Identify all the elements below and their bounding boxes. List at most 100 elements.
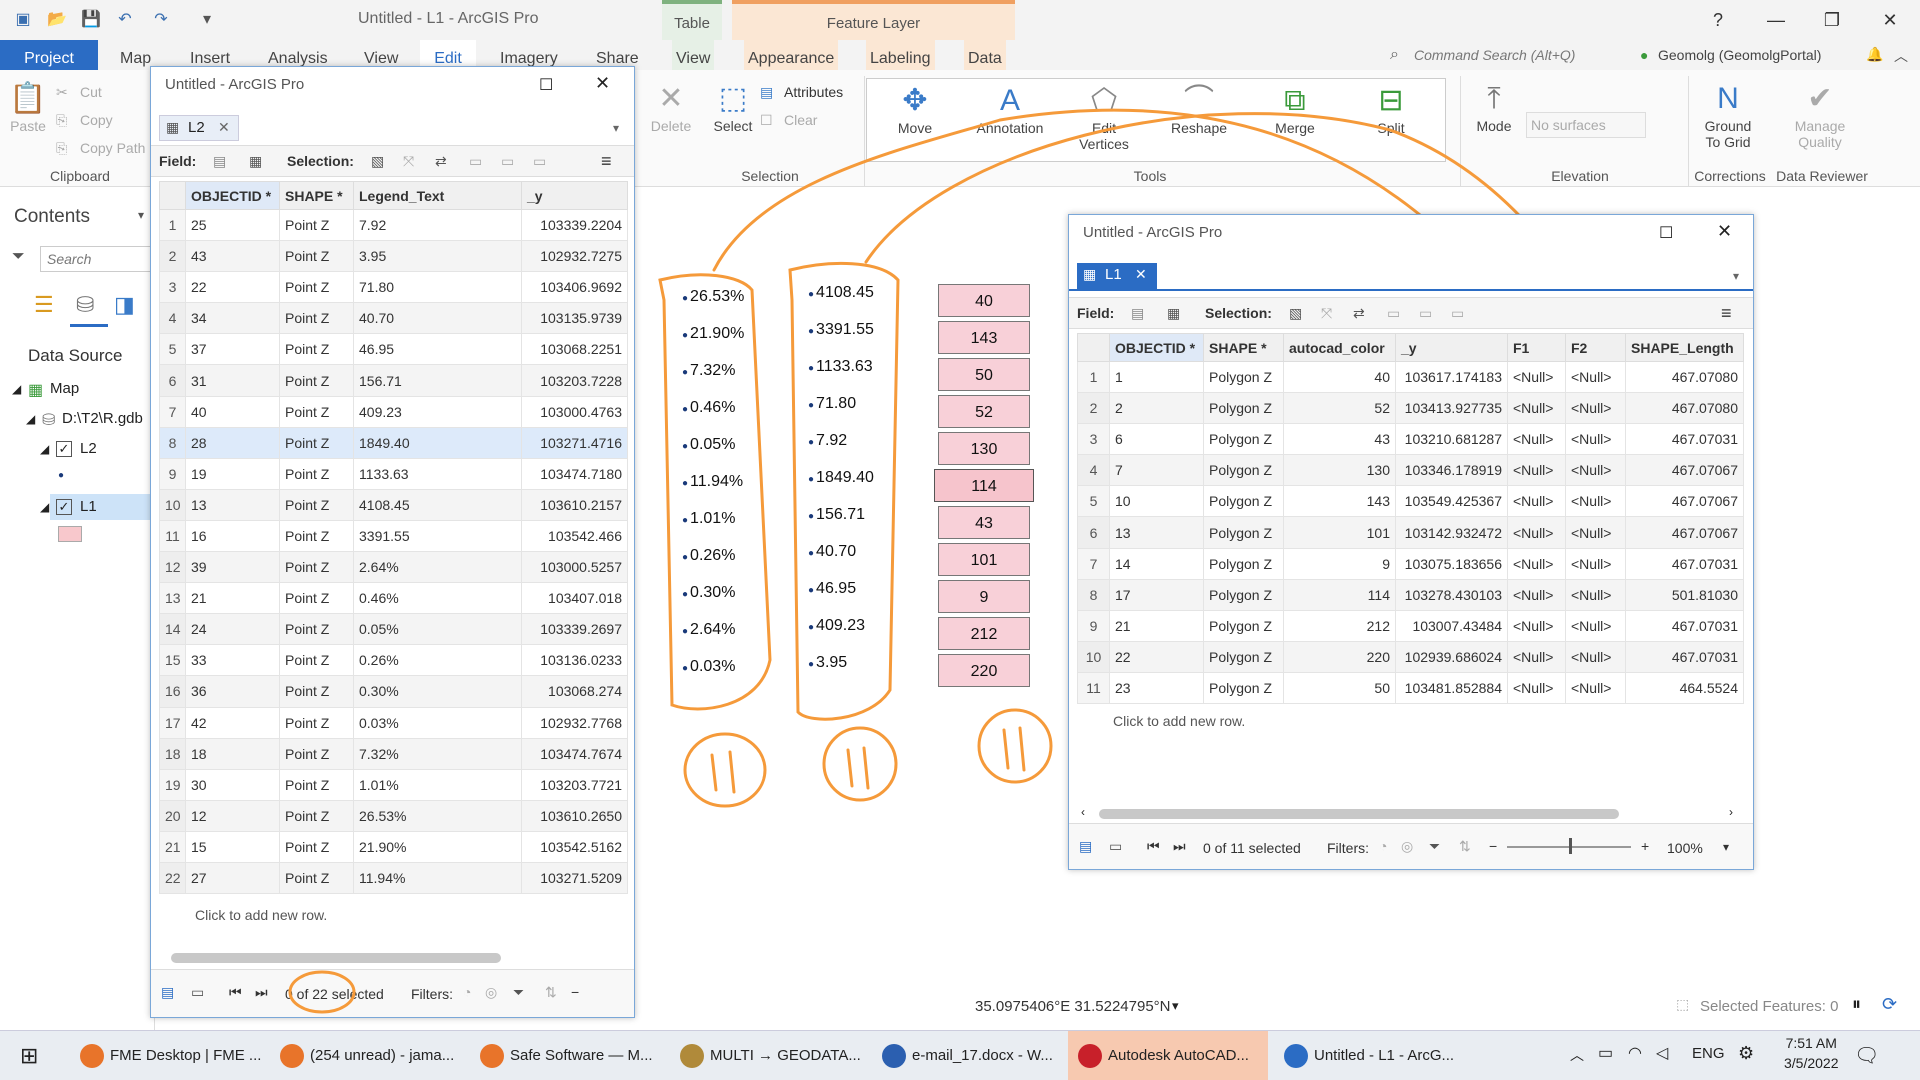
add-row-prompt[interactable]: Click to add new row.: [1113, 713, 1245, 729]
settings-icon[interactable]: ⚙: [1738, 1043, 1754, 1064]
add-field-icon[interactable]: ▤: [1131, 298, 1144, 328]
show-selected-records-icon[interactable]: ▭: [1109, 838, 1122, 855]
delete-selected-icon[interactable]: ▭: [1419, 298, 1432, 328]
extent-filter-icon[interactable]: ◔: [1379, 838, 1387, 854]
taskbar-item[interactable]: Untitled - L1 - ArcG...: [1274, 1031, 1474, 1080]
table-cell: 6: [1109, 423, 1204, 456]
table-row[interactable]: 9 21 Polygon Z 212 103007.43484 <Null> <Null> 4…: [1077, 609, 1744, 642]
close-tab-icon[interactable]: ✕: [1135, 266, 1147, 283]
sort-icon[interactable]: ⇅: [1459, 838, 1471, 855]
close-window-button[interactable]: ✕: [1717, 221, 1732, 242]
table-row[interactable]: 6 13 Polygon Z 101 103142.932472 <Null> <Null>…: [1077, 516, 1744, 549]
window-title: Untitled - ArcGIS Pro: [1069, 215, 1753, 251]
column-header[interactable]: SHAPE *: [1203, 333, 1284, 362]
windows-start-icon[interactable]: ⊞: [20, 1043, 38, 1069]
clear-selection-icon[interactable]: ▭: [1387, 298, 1400, 328]
column-header[interactable]: F1: [1507, 333, 1566, 362]
input-language[interactable]: ENG: [1692, 1045, 1725, 1062]
horizontal-scrollbar[interactable]: [1099, 809, 1619, 819]
zoom-to-selection-icon[interactable]: ⤧: [1321, 298, 1332, 328]
table-row[interactable]: 5 10 Polygon Z 143 103549.425367 <Null> <Null>…: [1077, 485, 1744, 518]
maximize-window-button[interactable]: ☐: [1659, 223, 1673, 243]
attribute-table-l1[interactable]: OBJECTID * SHAPE * autocad_color _y F1 F2 SHAP…: [1077, 333, 1744, 705]
first-record-icon[interactable]: ⏮: [1147, 838, 1160, 855]
tab-list-icon[interactable]: ▾: [1733, 269, 1739, 283]
row-number[interactable]: 7: [1077, 547, 1110, 580]
table-row[interactable]: 3 6 Polygon Z 43 103210.681287 <Null> <Null> 46…: [1077, 423, 1744, 456]
table-row[interactable]: 7 14 Polygon Z 9 103075.183656 <Null> <Null> 46…: [1077, 547, 1744, 580]
row-number[interactable]: 8: [1077, 578, 1110, 611]
show-hidden-icons-icon[interactable]: ︿: [1570, 1045, 1584, 1065]
row-number[interactable]: 9: [1077, 609, 1110, 642]
taskbar-item[interactable]: Autodesk AutoCAD...: [1068, 1031, 1268, 1080]
annotation-percent: ● 21.90%: [682, 325, 744, 343]
table-row[interactable]: 4 7 Polygon Z 130 103346.178919 <Null> <Null> 4…: [1077, 454, 1744, 487]
annotation-percent: ● 26.53%: [682, 288, 744, 306]
row-number[interactable]: 4: [1077, 454, 1110, 487]
zoom-slider-thumb[interactable]: [1569, 838, 1572, 854]
table-row[interactable]: 11 23 Polygon Z 50 103481.852884 <Null> <Null>…: [1077, 671, 1744, 705]
annotation-value-text: 3.95: [816, 654, 848, 671]
table-cell: <Null>: [1565, 671, 1626, 705]
copy-selected-icon[interactable]: ▭: [1451, 298, 1464, 328]
table-cell: 17: [1109, 578, 1204, 611]
annotation-value: ● 7.92: [808, 432, 847, 450]
refresh-icon[interactable]: ⟳: [1882, 994, 1897, 1015]
table-cell: Polygon Z: [1203, 423, 1284, 456]
calculate-field-icon[interactable]: ▦: [1167, 298, 1180, 328]
volume-icon[interactable]: ◁: [1656, 1043, 1668, 1063]
row-number[interactable]: 11: [1077, 671, 1110, 705]
zoom-out-icon[interactable]: −: [1489, 838, 1497, 854]
annotation-value: ● 409.23: [808, 617, 865, 635]
table-status-bar: ▤ ▭ ⏮ ⏭ 0 of 11 selected Filters: ◔ ◎ ⏷ …: [1069, 823, 1753, 869]
wifi-icon[interactable]: ◠: [1628, 1043, 1642, 1063]
taskbar-item[interactable]: FME Desktop | FME ...: [70, 1031, 266, 1080]
taskbar-item[interactable]: e-mail_17.docx - W...: [872, 1031, 1064, 1080]
point-dot-icon: ●: [682, 441, 689, 452]
taskbar-clock[interactable]: 7:51 AM 3/5/2022: [1784, 1033, 1839, 1073]
table-row[interactable]: 10 22 Polygon Z 220 102939.686024 <Null> <Null…: [1077, 640, 1744, 673]
show-all-records-icon[interactable]: ▤: [1079, 838, 1092, 855]
row-number[interactable]: 3: [1077, 423, 1110, 456]
zoom-in-icon[interactable]: +: [1641, 838, 1649, 854]
row-number[interactable]: 1: [1077, 360, 1110, 394]
pause-drawing-icon[interactable]: ⏸: [1852, 994, 1861, 1015]
column-header[interactable]: F2: [1565, 333, 1626, 362]
scroll-right-icon[interactable]: ›: [1729, 805, 1733, 819]
table-menu-icon[interactable]: ≡: [1721, 298, 1732, 328]
table-row[interactable]: 2 2 Polygon Z 52 103413.927735 <Null> <Null> 46…: [1077, 392, 1744, 425]
column-header[interactable]: SHAPE_Length: [1625, 333, 1744, 362]
row-number[interactable]: 5: [1077, 485, 1110, 518]
definition-filter-icon[interactable]: ⏷: [1429, 838, 1440, 855]
point-dot-icon: ●: [808, 326, 815, 337]
annotation-value: ● 4108.45: [808, 284, 874, 302]
table-cell: Polygon Z: [1203, 671, 1284, 705]
table-cell: <Null>: [1565, 454, 1626, 487]
table-tab-l1[interactable]: ▦ L1 ✕: [1077, 263, 1157, 289]
point-dot-icon: ●: [808, 511, 815, 522]
row-number[interactable]: 2: [1077, 392, 1110, 425]
select-by-attributes-icon[interactable]: ▧: [1289, 298, 1302, 328]
row-number[interactable]: 6: [1077, 516, 1110, 549]
taskbar-item[interactable]: Safe Software — M...: [470, 1031, 666, 1080]
time-filter-icon[interactable]: ◎: [1401, 838, 1413, 855]
switch-selection-icon[interactable]: ⇄: [1353, 298, 1365, 328]
zoom-level[interactable]: 100%: [1667, 840, 1703, 856]
taskbar-item[interactable]: (254 unread) - jama...: [270, 1031, 466, 1080]
table-row[interactable]: 1 1 Polygon Z 40 103617.174183 <Null> <Null> 46…: [1077, 360, 1744, 394]
column-header[interactable]: _y: [1395, 333, 1508, 362]
table-cell: 467.07080: [1625, 392, 1744, 425]
annotation-percent-text: 0.03%: [690, 658, 736, 675]
last-record-icon[interactable]: ⏭: [1173, 838, 1186, 855]
taskbar-item[interactable]: MULTI → GEODATA...: [670, 1031, 866, 1080]
battery-icon[interactable]: ▭: [1598, 1043, 1613, 1063]
zoom-dropdown-icon[interactable]: ▾: [1723, 840, 1729, 854]
table-cell: 50: [1283, 671, 1396, 705]
table-row[interactable]: 8 17 Polygon Z 114 103278.430103 <Null> <Null>…: [1077, 578, 1744, 611]
scroll-left-icon[interactable]: ‹: [1081, 805, 1085, 819]
column-header[interactable]: OBJECTID *: [1109, 333, 1204, 362]
row-number[interactable]: 10: [1077, 640, 1110, 673]
coordinate-format-dropdown-icon[interactable]: ▾: [1172, 998, 1179, 1014]
column-header[interactable]: autocad_color: [1283, 333, 1396, 362]
notifications-icon[interactable]: 🗨: [1854, 1043, 1879, 1068]
